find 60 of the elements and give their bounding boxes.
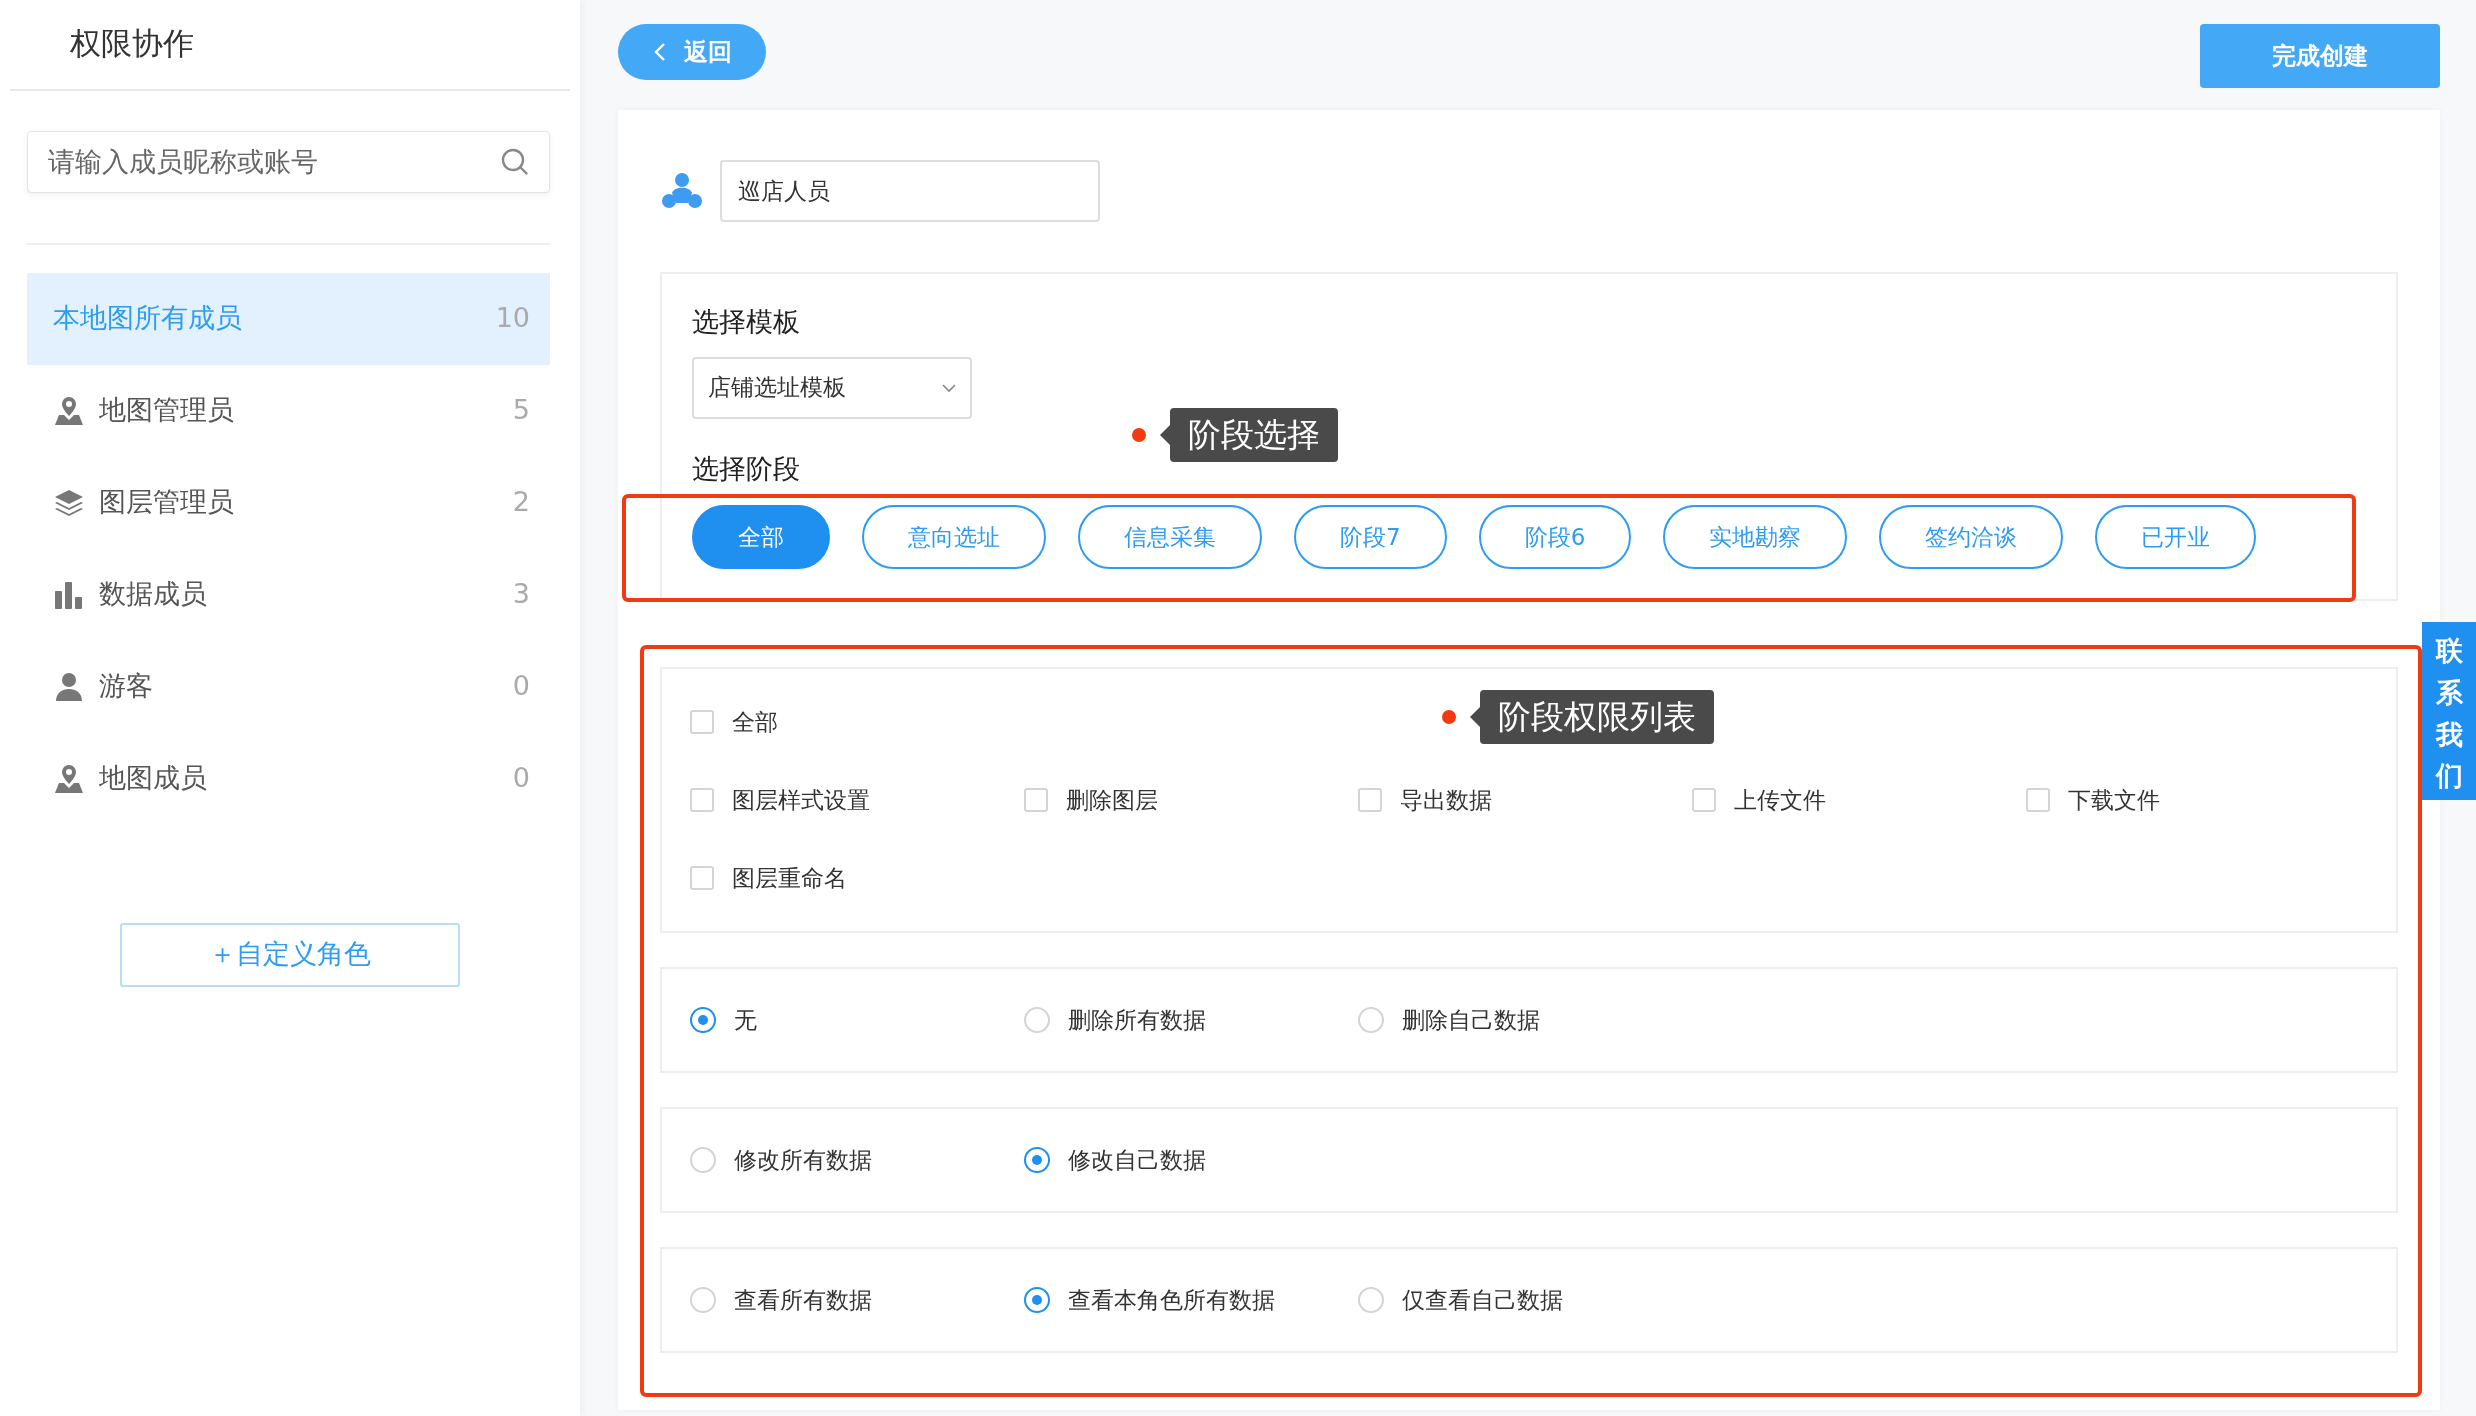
option-label: 查看本角色所有数据 (1068, 1285, 1275, 1315)
checkbox[interactable] (690, 788, 714, 812)
finish-button[interactable]: 完成创建 (2200, 24, 2440, 88)
option-label: 删除所有数据 (1068, 1005, 1206, 1035)
map-pin-person-icon (53, 762, 85, 795)
option-label: 全部 (732, 707, 778, 737)
sidebar-item[interactable]: 地图管理员 5 (27, 364, 550, 457)
radio-button[interactable] (1024, 1287, 1050, 1313)
role-name-field[interactable]: 巡店人员 (720, 160, 1100, 222)
sidebar-item[interactable]: 地图成员 0 (27, 732, 550, 825)
pointer-icon (1160, 425, 1170, 446)
option-label: 下载文件 (2068, 785, 2160, 815)
stage-label: 选择阶段 (692, 451, 801, 486)
template-label: 选择模板 (692, 305, 801, 339)
back-button[interactable]: 返回 (618, 24, 766, 80)
user-icon (53, 670, 85, 703)
stage-tab[interactable]: 实地勘察 (1663, 505, 1848, 569)
stage-tab[interactable]: 阶段6 (1478, 505, 1632, 569)
option-label: 修改自己数据 (1068, 1145, 1206, 1175)
radio-button[interactable] (1024, 1147, 1050, 1173)
option-label: 查看所有数据 (734, 1285, 872, 1315)
option-label: 修改所有数据 (734, 1145, 872, 1175)
stage-tab[interactable]: 信息采集 (1078, 505, 1262, 569)
option-label: 图层样式设置 (732, 785, 870, 815)
template-dropdown[interactable]: 店铺选址模板 (692, 356, 972, 419)
checkbox[interactable] (690, 866, 714, 890)
search-icon[interactable] (500, 146, 530, 177)
stage-tab[interactable]: 签约洽谈 (1879, 505, 2064, 569)
callout-label: 阶段选择 (1170, 408, 1338, 463)
stage-tab[interactable]: 全部 (692, 505, 830, 569)
stage-tab[interactable]: 阶段7 (1294, 505, 1447, 569)
caret-icon (942, 382, 956, 393)
checkbox[interactable] (2026, 788, 2050, 812)
stage-tab[interactable]: 已开业 (2095, 505, 2257, 569)
option-label: 上传文件 (1734, 785, 1826, 815)
option-label: 无 (734, 1005, 757, 1035)
search-field[interactable]: 请输入成员昵称或账号 (27, 130, 550, 193)
radio-button[interactable] (690, 1007, 716, 1033)
map-pin-person-icon (53, 394, 85, 427)
option-label: 图层重命名 (732, 863, 847, 893)
contact-tab[interactable]: 联系我们 (2422, 622, 2476, 800)
option-label: 删除图层 (1066, 785, 1158, 815)
checkbox[interactable] (690, 710, 714, 734)
sidebar-item[interactable]: 图层管理员 2 (27, 456, 550, 549)
checkbox[interactable] (1692, 788, 1716, 812)
sidebar-title: 权限协作 (10, 0, 570, 91)
option-label: 删除自己数据 (1402, 1005, 1540, 1035)
checkbox[interactable] (1024, 788, 1048, 812)
group-icon (660, 171, 704, 211)
option-label: 导出数据 (1400, 785, 1492, 815)
option-label: 仅查看自己数据 (1402, 1285, 1563, 1315)
sidebar-item[interactable]: 本地图所有成员 10 (27, 272, 550, 365)
pointer-icon (1470, 707, 1480, 728)
chevron-left-icon (652, 42, 668, 62)
sidebar-item[interactable]: 游客 0 (27, 640, 550, 733)
stage-tab[interactable]: 意向选址 (862, 505, 1046, 569)
callout-label: 阶段权限列表 (1480, 690, 1714, 745)
checkbox[interactable] (1358, 788, 1382, 812)
add-role-button[interactable]: ＋自定义角色 (120, 922, 460, 987)
sidebar-item[interactable]: 数据成员 3 (27, 548, 550, 641)
